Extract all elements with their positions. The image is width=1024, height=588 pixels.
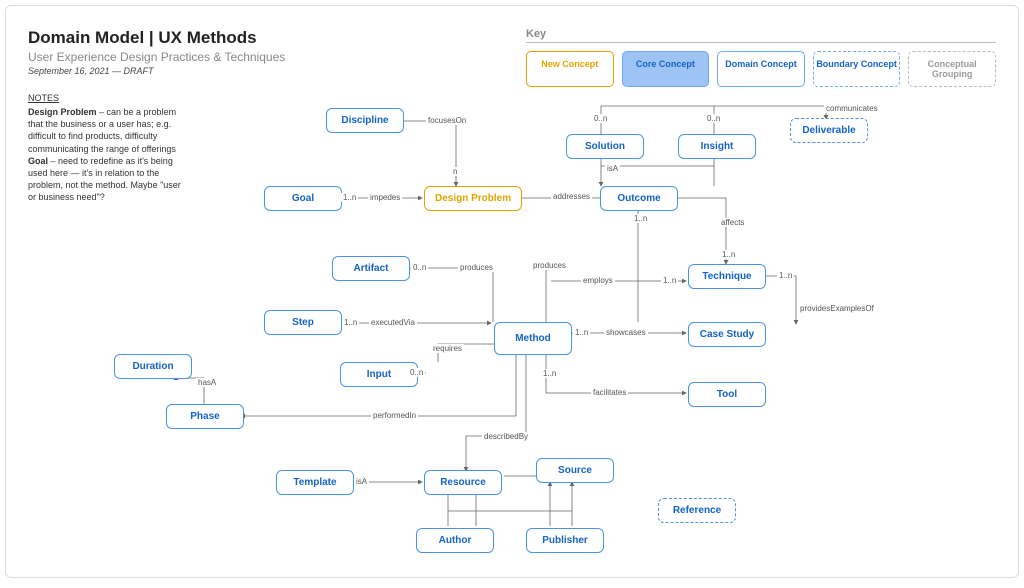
edge-executed-via: executedVia [369, 318, 417, 327]
legend: Key New Concept Core Concept Domain Conc… [526, 28, 996, 87]
edge-isa-1: isA [605, 164, 620, 173]
node-input[interactable]: Input [340, 362, 418, 387]
edge-1n-4: 1..n [661, 276, 678, 285]
node-insight[interactable]: Insight [678, 134, 756, 159]
page-meta: September 16, 2021 — DRAFT [28, 66, 285, 76]
node-deliverable[interactable]: Deliverable [790, 118, 868, 143]
legend-boundary-concept: Boundary Concept [813, 51, 901, 87]
edge-1n-5: 1..n [777, 271, 794, 280]
node-phase[interactable]: Phase [166, 404, 244, 429]
node-technique[interactable]: Technique [688, 264, 766, 289]
edge-produces-2: produces [531, 261, 568, 270]
legend-domain-concept: Domain Concept [717, 51, 805, 87]
legend-label: Key [526, 28, 996, 43]
edge-showcases: showcases [604, 328, 648, 337]
node-solution[interactable]: Solution [566, 134, 644, 159]
edge-impedes: impedes [368, 193, 402, 202]
note-design-problem: Design Problem – can be a problem that t… [28, 106, 188, 155]
edge-1n-7: 1..n [573, 328, 590, 337]
edge-affects: affects [719, 218, 746, 227]
node-source[interactable]: Source [536, 458, 614, 483]
edge-requires: requires [431, 344, 464, 353]
edge-isa-2: isA [354, 477, 369, 486]
node-method[interactable]: Method [494, 322, 572, 355]
node-goal[interactable]: Goal [264, 186, 342, 211]
edge-1n-8: 1..n [541, 369, 558, 378]
edge-facilitates: facilitates [591, 388, 628, 397]
edge-1n-3: 1..n [720, 250, 737, 259]
legend-row: New Concept Core Concept Domain Concept … [526, 51, 996, 87]
notes-block: NOTES Design Problem – can be a problem … [28, 92, 188, 203]
edge-addresses: addresses [551, 192, 592, 201]
note-goal: Goal – need to redefine as it's being us… [28, 155, 188, 204]
edge-communicates: communicates [824, 104, 880, 113]
node-reference[interactable]: Reference [658, 498, 736, 523]
note-dp-label: Design Problem [28, 107, 97, 117]
node-outcome[interactable]: Outcome [600, 186, 678, 211]
edge-0n-1: 0..n [592, 114, 609, 123]
legend-new-concept: New Concept [526, 51, 614, 87]
edge-0n-3: 0..n [411, 263, 428, 272]
header: Domain Model | UX Methods User Experienc… [28, 28, 285, 76]
note-goal-label: Goal [28, 156, 48, 166]
edge-produces-1: produces [458, 263, 495, 272]
node-template[interactable]: Template [276, 470, 354, 495]
edge-performed-in: performedIn [371, 411, 418, 420]
edge-has-a: hasA [196, 378, 218, 387]
node-case-study[interactable]: Case Study [688, 322, 766, 347]
legend-conceptual-group: Conceptual Grouping [908, 51, 996, 87]
node-tool[interactable]: Tool [688, 382, 766, 407]
edge-1n-6: 1..n [342, 318, 359, 327]
node-step[interactable]: Step [264, 310, 342, 335]
node-publisher[interactable]: Publisher [526, 528, 604, 553]
edge-focuses-on: focusesOn [426, 116, 468, 125]
node-discipline[interactable]: Discipline [326, 108, 404, 133]
page-title: Domain Model | UX Methods [28, 28, 285, 48]
node-artifact[interactable]: Artifact [332, 256, 410, 281]
page-subtitle: User Experience Design Practices & Techn… [28, 50, 285, 64]
legend-core-concept: Core Concept [622, 51, 710, 87]
node-resource[interactable]: Resource [424, 470, 502, 495]
node-author[interactable]: Author [416, 528, 494, 553]
edge-1n-2: 1..n [632, 214, 649, 223]
edge-1n-1: 1..n [341, 193, 358, 202]
edge-employs: employs [581, 276, 615, 285]
notes-heading: NOTES [28, 92, 188, 104]
edge-n-1: n [451, 167, 459, 176]
note-goal-text: – need to redefine as it's being used he… [28, 156, 181, 202]
edge-provides-examples: providesExamplesOf [798, 304, 876, 313]
edge-described-by: describedBy [482, 432, 530, 441]
node-design-problem[interactable]: Design Problem [424, 186, 522, 211]
edge-0n-2: 0..n [705, 114, 722, 123]
node-duration[interactable]: Duration [114, 354, 192, 379]
